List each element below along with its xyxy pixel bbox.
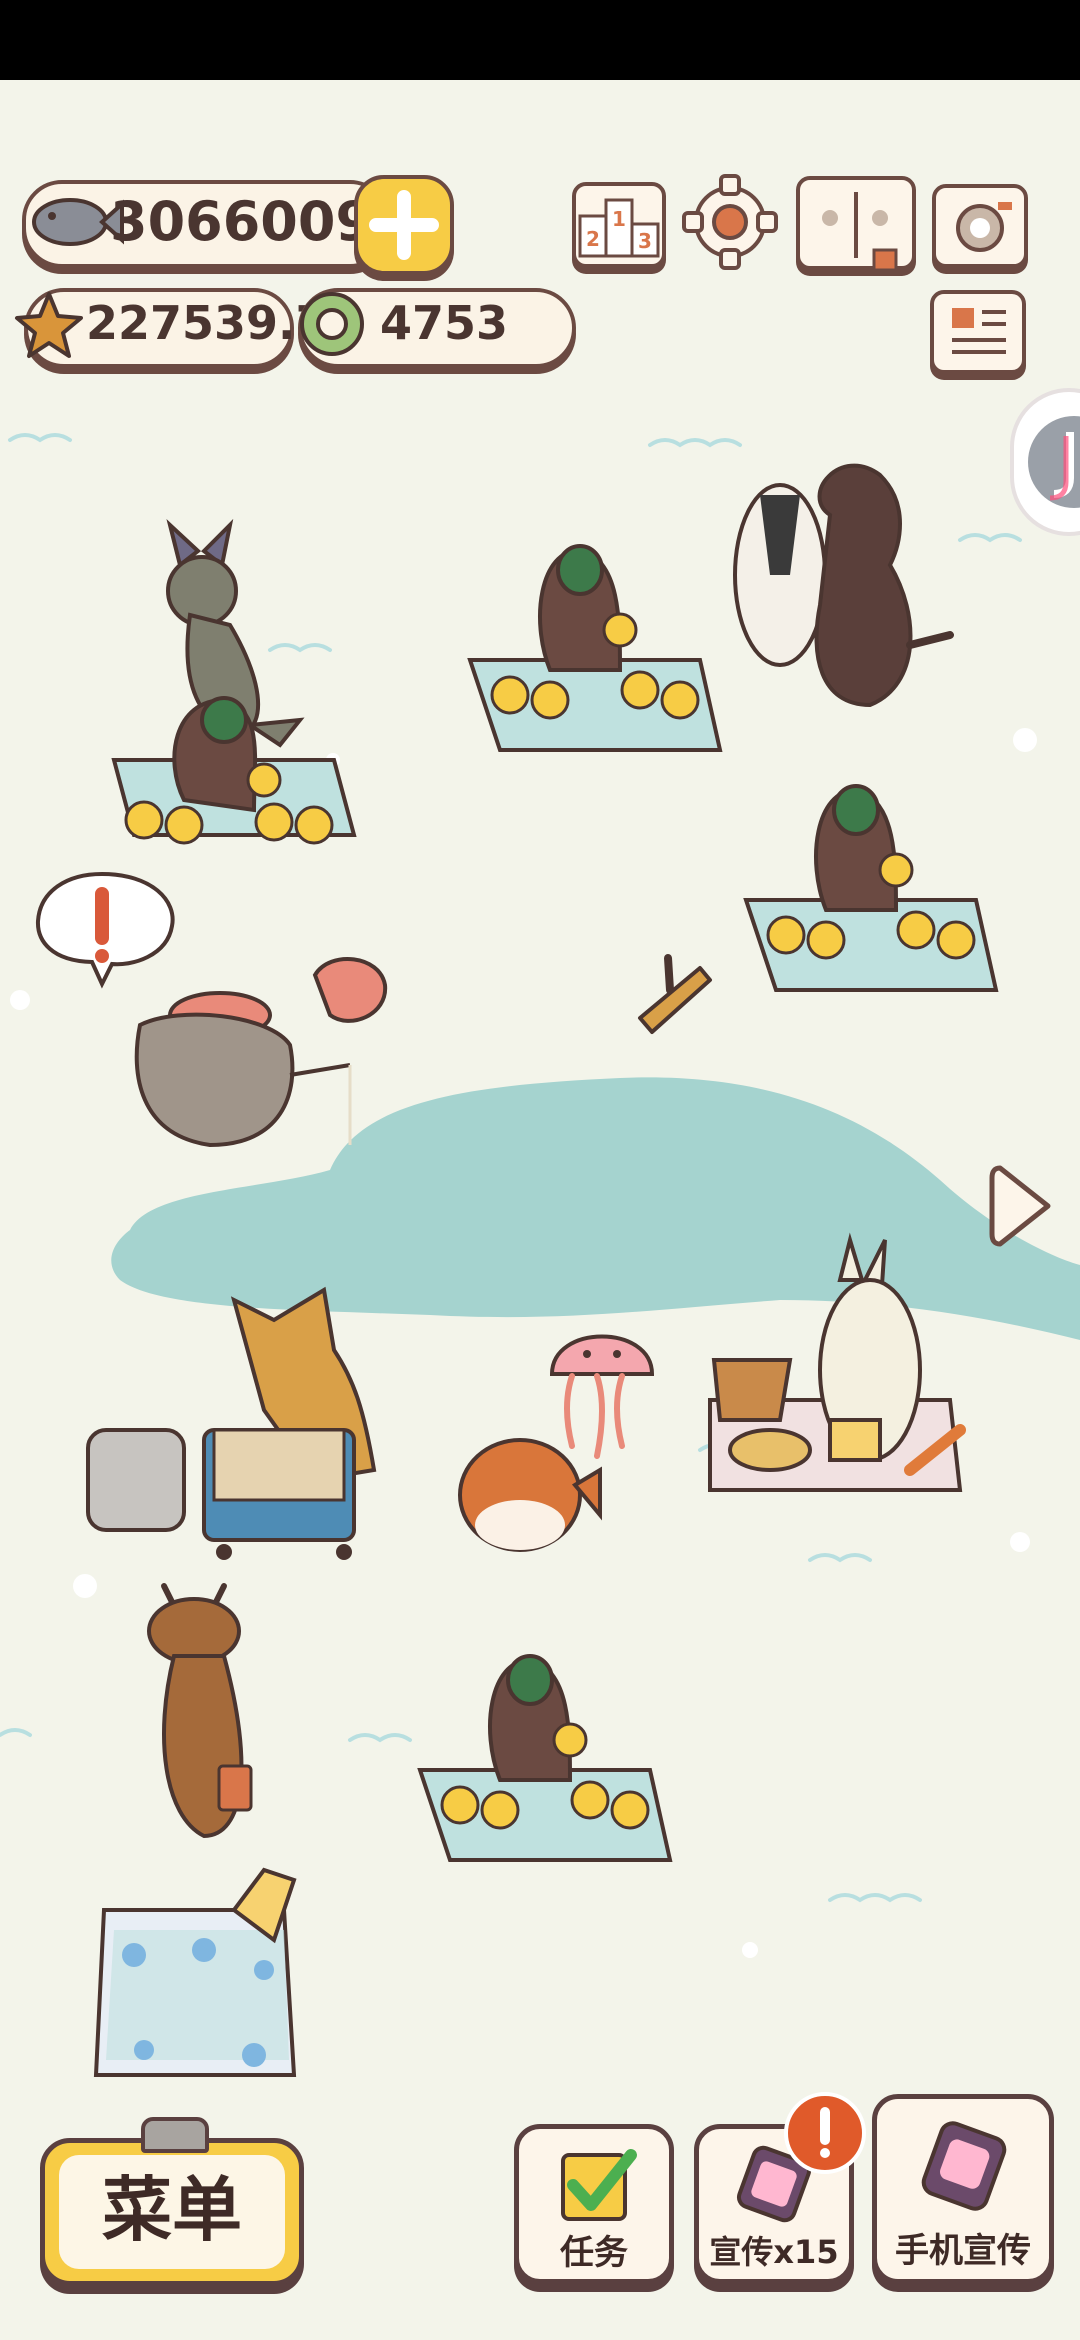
ranking-button[interactable]: 2 1 3 [572,182,666,268]
newspaper-icon [952,308,1006,354]
camera-button[interactable] [932,184,1028,268]
camera-icon [956,202,1012,252]
star-icon [15,292,83,358]
manul-cat-fishing-character [134,957,388,1148]
album-book-icon [822,192,898,272]
rabbit-picnic-character [708,1232,966,1492]
deer-character [147,1583,253,1839]
plus-icon [369,190,439,260]
task-checklist-icon [561,2149,637,2221]
svg-text:3: 3 [638,229,652,253]
duck-picnic-blanket-3 [743,784,999,992]
duck-picnic-blanket-2 [467,544,723,752]
tasks-label: 任务 [560,2233,628,2273]
tiktok-icon [1028,416,1080,508]
ring-icon [300,292,364,356]
driftwood-log [638,954,712,1034]
exclamation-icon [820,2107,830,2158]
ring-count: 4753 [380,296,509,350]
menu-button[interactable]: 菜单 [40,2117,304,2286]
promo-label: 宣传x15 [709,2233,839,2271]
duck-picnic-blanket-4 [417,1654,673,1862]
hyena-food-cart-character [86,1286,377,1560]
settings-gear-icon [682,174,778,270]
settings-button[interactable] [682,174,778,270]
phone-promo-large-icon [921,2121,1007,2211]
fish-icon [32,198,124,246]
tasks-button[interactable]: 任务 [514,2124,674,2284]
menu-label: 菜单 [102,2169,242,2251]
promo-alert-badge [784,2092,866,2174]
star-count: 227539.7 [86,296,328,350]
tiktok-share-button[interactable] [1010,388,1080,536]
scroll-right-arrow-button[interactable] [989,1160,1060,1252]
phone-promo-label: 手机宣传 [895,2231,1031,2271]
chevron-right-icon [989,1165,1051,1247]
svg-text:2: 2 [586,227,600,251]
album-button[interactable] [796,176,916,272]
phone-promo-button[interactable]: 手机宣传 [872,2094,1054,2284]
newspaper-button[interactable] [930,290,1026,374]
milk-carton-aquarium [93,1867,297,2077]
pufferfish-character [458,1438,602,1552]
duck-picnic-blanket-1 [111,696,357,845]
badger-and-dog-characters [733,463,954,708]
menu-clip-icon [141,2117,209,2153]
ranking-icon: 2 1 3 [578,198,660,258]
add-fish-button[interactable] [354,175,454,275]
svg-text:1: 1 [612,207,626,231]
